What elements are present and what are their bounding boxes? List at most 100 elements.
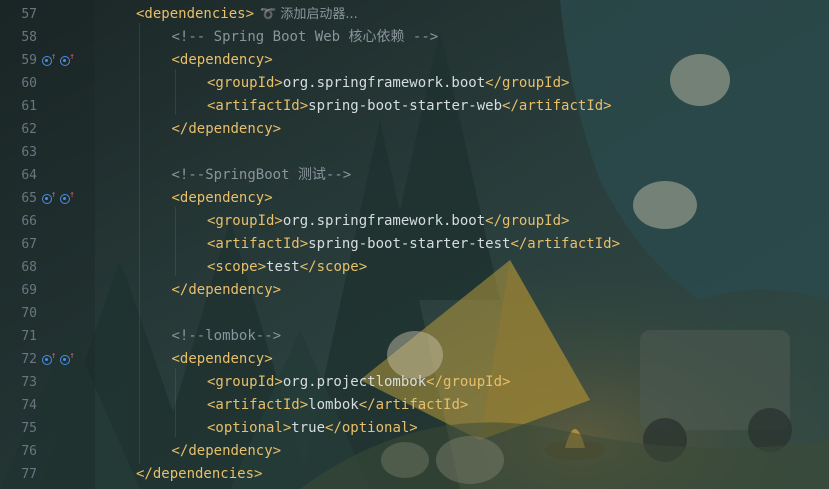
xml-tag: <groupId> bbox=[207, 213, 283, 229]
override-arrow-icon: ↑ bbox=[51, 189, 57, 200]
code-text[interactable]: <dependency> bbox=[172, 348, 273, 371]
code-line[interactable]: 64 <!--SpringBoot 测试--> bbox=[0, 164, 829, 187]
line-number[interactable]: 65 bbox=[0, 187, 37, 210]
xml-tag: </dependencies> bbox=[136, 466, 263, 482]
code-line[interactable]: 65 ↑ ↑ <dependency> bbox=[0, 187, 829, 210]
code-line[interactable]: 68 <scope>test</scope> bbox=[0, 256, 829, 279]
line-number[interactable]: 58 bbox=[0, 26, 37, 49]
code-line[interactable]: 66 <groupId>org.springframework.boot</gro… bbox=[0, 210, 829, 233]
code-line[interactable]: 77 </dependencies> bbox=[0, 463, 829, 486]
line-number[interactable]: 69 bbox=[0, 279, 37, 302]
line-number[interactable]: 73 bbox=[0, 371, 37, 394]
xml-tag: </artifactId> bbox=[502, 98, 612, 114]
code-text[interactable]: <scope>test</scope> bbox=[207, 256, 367, 279]
code-text[interactable]: <groupId>org.springframework.boot</group… bbox=[207, 210, 569, 233]
code-text[interactable]: <dependency> bbox=[172, 49, 273, 72]
code-text[interactable]: <artifactId>lombok</artifactId> bbox=[207, 394, 468, 417]
xml-tag: <scope> bbox=[207, 259, 267, 275]
gutter-icons: ↑ ↑ bbox=[42, 187, 77, 210]
code-text[interactable]: <dependencies> ➰ 添加启动器... bbox=[136, 3, 358, 26]
code-text[interactable]: </dependency> bbox=[172, 440, 282, 463]
code-text[interactable]: <!--lombok--> bbox=[172, 325, 282, 348]
code-text[interactable]: <!-- Spring Boot Web 核心依赖 --> bbox=[172, 26, 439, 49]
line-number[interactable]: 70 bbox=[0, 302, 37, 325]
xml-tag: </groupId> bbox=[485, 75, 570, 91]
override-arrow-icon: ↑ bbox=[69, 189, 75, 200]
xml-tag: <dependency> bbox=[171, 351, 273, 367]
xml-value: org.springframework.boot bbox=[282, 75, 486, 91]
xml-tag: <artifactId> bbox=[207, 236, 309, 252]
code-line[interactable]: 58 <!-- Spring Boot Web 核心依赖 --> bbox=[0, 26, 829, 49]
code-line[interactable]: 62 </dependency> bbox=[0, 118, 829, 141]
gutter-icons: ↑ ↑ bbox=[42, 348, 77, 371]
xml-comment: <!-- Spring Boot Web 核心依赖 --> bbox=[171, 29, 439, 45]
xml-value: test bbox=[266, 259, 300, 275]
code-line[interactable]: 59 ↑ ↑ <dependency> bbox=[0, 49, 829, 72]
override-arrow-icon: ↑ bbox=[69, 51, 75, 62]
code-text[interactable]: <artifactId>spring-boot-starter-web</art… bbox=[207, 95, 612, 118]
line-number[interactable]: 61 bbox=[0, 95, 37, 118]
code-line[interactable]: 67 <artifactId>spring-boot-starter-test</… bbox=[0, 233, 829, 256]
code-text[interactable]: </dependencies> bbox=[136, 463, 262, 486]
xml-tag: </scope> bbox=[299, 259, 368, 275]
override-arrow-icon: ↑ bbox=[69, 350, 75, 361]
line-number[interactable]: 62 bbox=[0, 118, 37, 141]
line-number[interactable]: 66 bbox=[0, 210, 37, 233]
code-text[interactable]: <groupId>org.projectlombok</groupId> bbox=[207, 371, 510, 394]
hint-label: 添加启动器... bbox=[280, 7, 358, 22]
xml-tag: <artifactId> bbox=[207, 397, 309, 413]
code-text[interactable]: <dependency> bbox=[172, 187, 273, 210]
code-line[interactable]: 70 bbox=[0, 302, 829, 325]
xml-tag: <dependency> bbox=[171, 52, 273, 68]
code-text[interactable]: <optional>true</optional> bbox=[207, 417, 418, 440]
xml-tag: </groupId> bbox=[485, 213, 570, 229]
line-number[interactable]: 74 bbox=[0, 394, 37, 417]
xml-tag: </artifactId> bbox=[510, 236, 621, 252]
code-line[interactable]: 61 <artifactId>spring-boot-starter-web</a… bbox=[0, 95, 829, 118]
override-arrow-icon: ↑ bbox=[51, 51, 57, 62]
xml-tag: </groupId> bbox=[426, 374, 511, 390]
code-text[interactable]: </dependency> bbox=[172, 279, 282, 302]
code-text[interactable]: <!--SpringBoot 测试--> bbox=[172, 164, 352, 187]
code-line[interactable]: 73 <groupId>org.projectlombok</groupId> bbox=[0, 371, 829, 394]
line-number[interactable]: 59 bbox=[0, 49, 37, 72]
xml-tag: <dependencies> bbox=[136, 6, 255, 22]
line-number[interactable]: 57 bbox=[0, 3, 37, 26]
code-line[interactable]: 63 bbox=[0, 141, 829, 164]
code-text[interactable]: <groupId>org.springframework.boot</group… bbox=[207, 72, 569, 95]
xml-tag: </dependency> bbox=[171, 121, 282, 137]
code-line[interactable]: 71 <!--lombok--> bbox=[0, 325, 829, 348]
line-number[interactable]: 60 bbox=[0, 72, 37, 95]
xml-value: org.projectlombok bbox=[282, 374, 427, 390]
spring-leaf-icon: ➰ bbox=[260, 7, 281, 22]
xml-tag: <artifactId> bbox=[207, 98, 309, 114]
code-editor[interactable]: 57 <dependencies> ➰ 添加启动器... 58 <!-- Spring … bbox=[0, 0, 829, 489]
line-number[interactable]: 68 bbox=[0, 256, 37, 279]
xml-tag: <dependency> bbox=[171, 190, 273, 206]
code-line[interactable]: 57 <dependencies> ➰ 添加启动器... bbox=[0, 3, 829, 26]
line-number[interactable]: 71 bbox=[0, 325, 37, 348]
code-line[interactable]: 74 <artifactId>lombok</artifactId> bbox=[0, 394, 829, 417]
line-number[interactable]: 63 bbox=[0, 141, 37, 164]
line-number[interactable]: 77 bbox=[0, 463, 37, 486]
line-number[interactable]: 76 bbox=[0, 440, 37, 463]
gutter-icons: ↑ ↑ bbox=[42, 49, 77, 72]
code-line[interactable]: 72 ↑ ↑ <dependency> bbox=[0, 348, 829, 371]
code-text[interactable]: </dependency> bbox=[172, 118, 282, 141]
xml-value: spring-boot-starter-web bbox=[308, 98, 503, 114]
add-starter-hint[interactable]: ➰ 添加启动器... bbox=[260, 7, 358, 22]
line-number[interactable]: 67 bbox=[0, 233, 37, 256]
xml-tag: </optional> bbox=[325, 420, 418, 436]
xml-tag: </dependency> bbox=[171, 282, 282, 298]
line-number[interactable]: 75 bbox=[0, 417, 37, 440]
code-line[interactable]: 76 </dependency> bbox=[0, 440, 829, 463]
xml-comment: <!--SpringBoot 测试--> bbox=[171, 167, 352, 183]
code-line[interactable]: 69 </dependency> bbox=[0, 279, 829, 302]
code-text[interactable]: <artifactId>spring-boot-starter-test</ar… bbox=[207, 233, 620, 256]
code-line[interactable]: 60 <groupId>org.springframework.boot</gro… bbox=[0, 72, 829, 95]
line-number[interactable]: 72 bbox=[0, 348, 37, 371]
xml-tag: </dependency> bbox=[171, 443, 282, 459]
line-number[interactable]: 64 bbox=[0, 164, 37, 187]
xml-value: spring-boot-starter-test bbox=[308, 236, 511, 252]
code-line[interactable]: 75 <optional>true</optional> bbox=[0, 417, 829, 440]
